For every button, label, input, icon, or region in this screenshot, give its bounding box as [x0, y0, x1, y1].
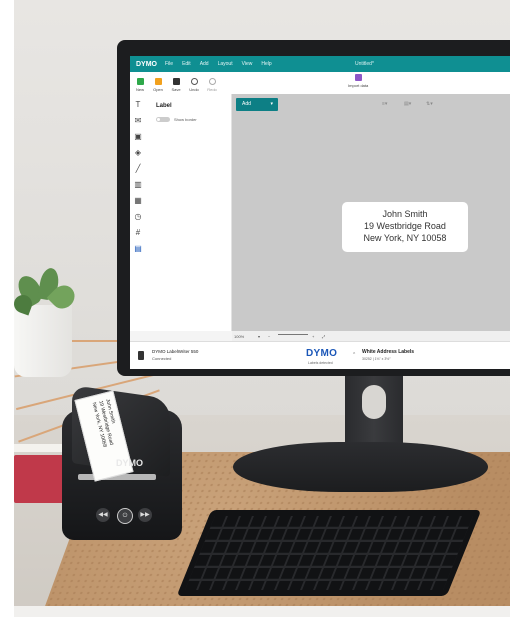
keyboard [176, 510, 482, 596]
monitor-screen: DYMO File Edit Add Layout View Help Unti… [130, 56, 510, 369]
label-canvas: Add ≡▾ ▤▾ ⇅▾ John Smith 19 Westbridge Ro… [232, 94, 510, 331]
power-icon: ⏻ [117, 508, 133, 524]
zoom-dropdown-icon[interactable]: ▾ [258, 334, 260, 339]
label-line: 19 Westbridge Road [364, 221, 446, 231]
label-line: New York, NY 10058 [363, 233, 447, 243]
counter-tool-icon[interactable]: # [133, 228, 143, 238]
menu-view[interactable]: View [242, 61, 253, 67]
date-time-tool-icon[interactable]: ◷ [133, 212, 143, 222]
import-data-button[interactable]: Import data [348, 74, 368, 88]
new-icon [136, 78, 144, 85]
left-border [0, 0, 14, 617]
photo-scene: DYMO File Edit Add Layout View Help Unti… [0, 0, 510, 617]
monitor-stand-cable-hole [362, 385, 386, 419]
desk-edge [14, 606, 510, 617]
app-logo: DYMO [136, 60, 157, 68]
open-label: Open [153, 87, 163, 92]
save-button[interactable]: Save [168, 78, 184, 94]
printer-icon [138, 351, 144, 360]
shape-tool-icon[interactable]: ◈ [133, 148, 143, 158]
label-type-name[interactable]: White Address Labels [362, 349, 414, 355]
address-label-preview[interactable]: John Smith 19 Westbridge Road New York, … [342, 202, 468, 252]
zoom-level[interactable]: 100% [234, 334, 244, 339]
zoom-in-icon[interactable]: + [312, 334, 314, 339]
import-data-icon [354, 74, 362, 81]
new-button[interactable]: New [132, 78, 148, 94]
redo-label: Redo [207, 87, 217, 92]
add-button[interactable]: Add [236, 98, 278, 111]
undo-button[interactable]: Undo [186, 78, 202, 94]
menu-file[interactable]: File [165, 61, 173, 67]
image-tool-icon[interactable]: ▣ [133, 132, 143, 142]
redo-button[interactable]: Redo [204, 78, 220, 94]
fit-to-screen-icon[interactable]: ⤢ [322, 334, 325, 339]
save-icon [172, 78, 180, 85]
keyboard-keys [185, 516, 473, 590]
folder-icon [154, 78, 162, 85]
label-printer: John Smith 19 Westbridge Road New York, … [62, 385, 192, 542]
show-border-toggle[interactable] [156, 117, 170, 122]
menu-add[interactable]: Add [200, 61, 209, 67]
printer-logo: DYMO [116, 458, 143, 468]
new-label: New [135, 87, 144, 92]
brand-subtext: Labels detected [308, 361, 333, 365]
address-tool-icon[interactable]: ✉ [133, 116, 143, 126]
text-tool-icon[interactable]: T [133, 100, 143, 110]
table-tool-icon[interactable]: ▤ [133, 244, 143, 254]
document-title: Untitled* [355, 61, 374, 67]
line-tool-icon[interactable]: ╱ [133, 164, 143, 174]
plant-pot [14, 305, 72, 377]
tool-sidebar: T ✉ ▣ ◈ ╱ ▥ ▦ ◷ # ▤ [130, 94, 147, 331]
rewind-icon: ◀◀ [96, 508, 110, 522]
qr-code-tool-icon[interactable]: ▦ [133, 196, 143, 206]
properties-panel: Label Show border [146, 94, 232, 331]
undo-label: Undo [189, 87, 199, 92]
printer-connection-status: Connected [152, 356, 172, 361]
import-data-label: Import data [348, 83, 369, 88]
dymo-brand-logo: DYMO [306, 348, 338, 359]
menu-layout[interactable]: Layout [218, 61, 233, 67]
monitor-stand-base [233, 442, 488, 492]
show-border-label: Show border [174, 117, 197, 122]
panel-title: Label [156, 103, 172, 109]
printer-status-bar: DYMO LabelWriter 550 Connected DYMO Labe… [130, 341, 510, 369]
barcode-tool-icon[interactable]: ▥ [133, 180, 143, 190]
zoom-bar: 100% ▾ − + ⤢ [232, 331, 510, 341]
open-button[interactable]: Open [150, 78, 166, 94]
feed-icon: ▶▶ [138, 508, 152, 522]
add-button-label: Add [242, 101, 251, 107]
printed-label-text: John Smith 19 Westbridge Road New York, … [90, 398, 122, 448]
zoom-slider[interactable] [278, 334, 308, 335]
zoom-out-icon[interactable]: − [268, 334, 270, 339]
menu-edit[interactable]: Edit [182, 61, 191, 67]
undo-icon [190, 78, 198, 85]
app-menubar: DYMO File Edit Add Layout View Help Unti… [130, 56, 510, 72]
arrange-icon[interactable]: ▤▾ [404, 101, 411, 107]
label-type-size: 30252 | 1⅛" x 3½" [362, 357, 391, 361]
save-label: Save [171, 87, 181, 92]
rotate-icon[interactable]: ⇅▾ [426, 101, 433, 107]
redo-icon [208, 78, 216, 85]
printer-name[interactable]: DYMO LabelWriter 550 [152, 349, 198, 354]
align-icon[interactable]: ≡▾ [382, 101, 387, 107]
chevron-up-icon[interactable]: ⌃ [352, 352, 356, 358]
menu-help[interactable]: Help [261, 61, 271, 67]
label-line: John Smith [382, 209, 428, 219]
app-toolbar: New Open Save Undo Redo Import data [130, 72, 510, 95]
